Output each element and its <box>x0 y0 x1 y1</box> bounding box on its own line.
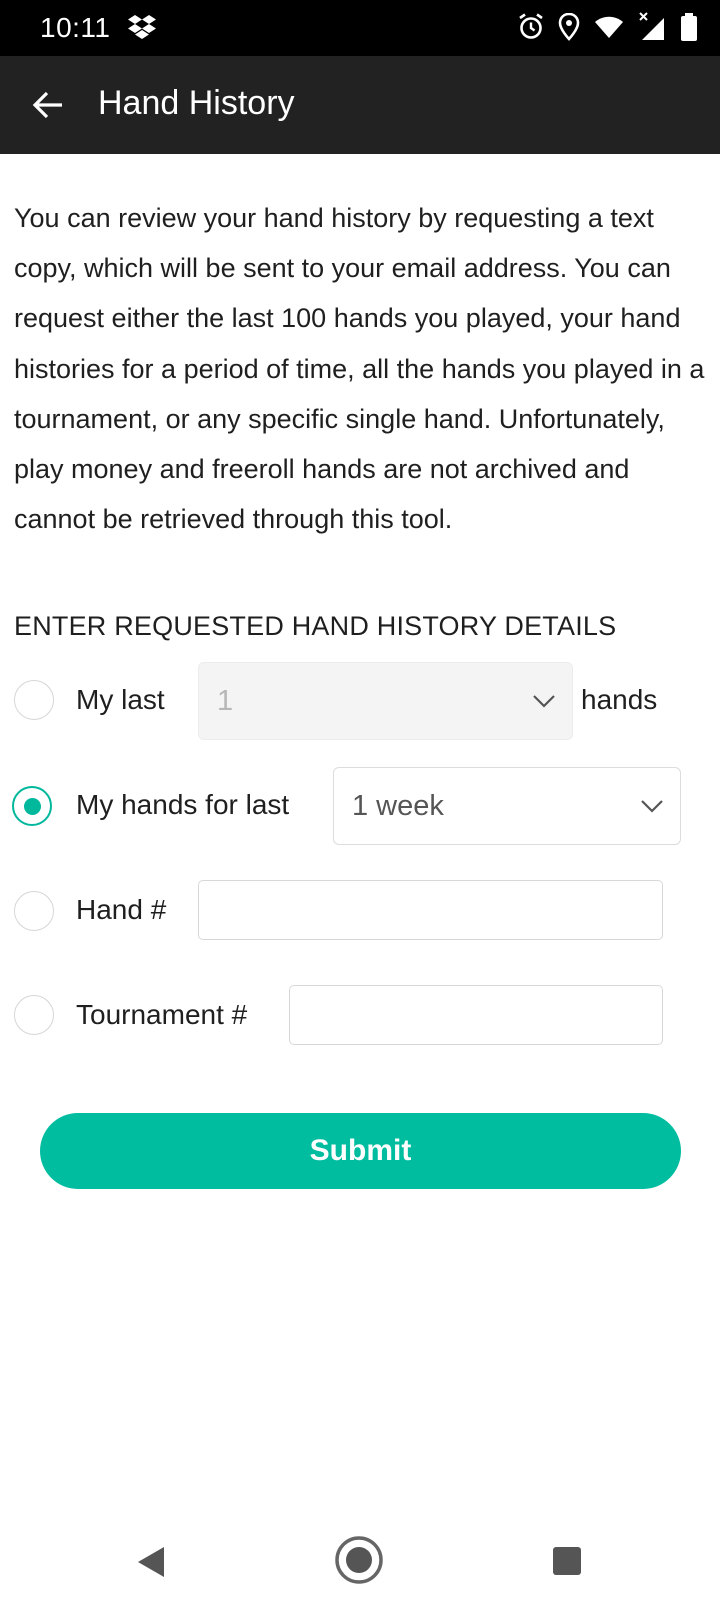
label-my-last: My last <box>76 684 165 715</box>
chevron-down-icon <box>641 800 663 813</box>
radio-tournament[interactable] <box>14 995 54 1035</box>
recents-square-icon <box>553 1547 581 1575</box>
back-button[interactable] <box>24 81 72 129</box>
last-hands-select[interactable]: 1 <box>198 662 573 740</box>
label-tournament-number: Tournament # <box>76 999 248 1030</box>
hand-number-input[interactable] <box>198 880 663 940</box>
nav-recents-button[interactable] <box>547 1541 587 1581</box>
signal-icon <box>639 12 664 40</box>
status-time: 10:11 <box>40 12 111 43</box>
section-title: ENTER REQUESTED HAND HISTORY DETAILS <box>14 611 617 641</box>
radio-period[interactable] <box>12 786 52 826</box>
wifi-icon <box>595 16 623 38</box>
radio-last-hands[interactable] <box>14 680 54 720</box>
period-select[interactable]: 1 week <box>333 767 681 845</box>
app-bar: Hand History <box>0 56 720 154</box>
intro-text: You can review your hand history by requ… <box>14 203 705 535</box>
location-icon <box>558 13 580 41</box>
dropbox-icon <box>128 15 156 39</box>
battery-icon <box>681 13 697 41</box>
system-nav-bar <box>0 1520 720 1600</box>
back-triangle-icon <box>138 1547 164 1577</box>
label-hand-number: Hand # <box>76 894 167 925</box>
status-bar: 10:11 <box>0 0 720 56</box>
tournament-number-input[interactable] <box>289 985 663 1045</box>
label-hands-suffix: hands <box>581 684 658 715</box>
submit-button[interactable]: Submit <box>40 1113 681 1189</box>
chevron-down-icon <box>533 695 555 708</box>
nav-back-button[interactable] <box>126 1542 176 1582</box>
home-circle-icon <box>335 1536 383 1584</box>
alarm-icon <box>519 13 543 39</box>
page-title: Hand History <box>98 84 295 122</box>
period-select-value: 1 week <box>352 789 444 822</box>
radio-hand-number[interactable] <box>14 891 54 931</box>
label-my-hands-for-last: My hands for last <box>76 789 290 820</box>
arrow-left-icon <box>32 91 62 119</box>
last-hands-select-value: 1 <box>217 684 234 717</box>
nav-home-button[interactable] <box>333 1534 385 1586</box>
